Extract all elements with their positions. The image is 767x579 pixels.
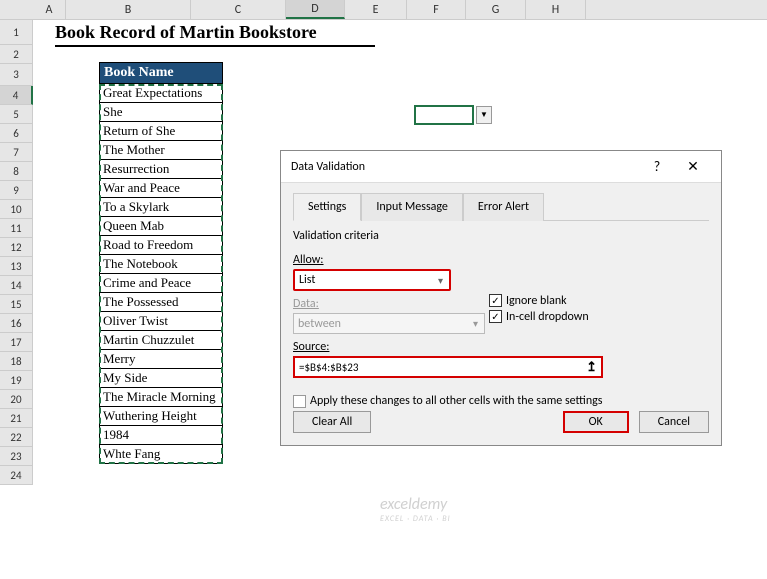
help-icon[interactable]: ? [639,153,675,181]
criteria-label: Validation criteria [293,229,709,243]
row-header-18[interactable]: 18 [0,352,33,371]
data-select: between [293,313,485,334]
row-header-21[interactable]: 21 [0,409,33,428]
incell-dropdown-checkbox[interactable]: ✓ In-cell dropdown [489,310,709,324]
tab-error-alert[interactable]: Error Alert [463,193,544,221]
check-icon: ✓ [489,310,502,323]
col-header-A[interactable]: A [33,0,66,19]
row-header-22[interactable]: 22 [0,428,33,447]
data-label: Data: [293,297,473,311]
col-header-E[interactable]: E [345,0,407,19]
book-list: Great ExpectationsSheReturn of SheThe Mo… [99,84,223,464]
col-header-H[interactable]: H [526,0,586,19]
row-header-19[interactable]: 19 [0,371,33,390]
source-label: Source: [293,340,473,354]
page-title[interactable]: Book Record of Martin Bookstore [55,20,375,47]
dialog-title: Data Validation [291,160,639,174]
watermark-main: exceldemy [380,495,451,514]
row-header-15[interactable]: 15 [0,295,33,314]
table-row[interactable]: Resurrection [99,160,223,179]
table-row[interactable]: The Notebook [99,255,223,274]
row-header-23[interactable]: 23 [0,447,33,466]
col-header-B[interactable]: B [66,0,191,19]
table-row[interactable]: 1984 [99,426,223,445]
row-header-5[interactable]: 5 [0,105,33,124]
allow-value: List [299,273,315,287]
row-header-2[interactable]: 2 [0,45,33,64]
table-row[interactable]: My Side [99,369,223,388]
allow-label: Allow: [293,253,473,267]
source-value: =$B$4:$B$23 [299,361,358,374]
dialog-titlebar[interactable]: Data Validation ? ✕ [281,151,721,183]
col-header-C[interactable]: C [191,0,286,19]
ignore-blank-label: Ignore blank [506,294,567,308]
data-validation-dialog: Data Validation ? ✕ Settings Input Messa… [280,150,722,446]
cancel-button[interactable]: Cancel [639,411,709,433]
dropdown-handle-icon[interactable]: ▼ [476,106,492,124]
col-header-F[interactable]: F [407,0,466,19]
table-row[interactable]: Wuthering Height [99,407,223,426]
dialog-tabs: Settings Input Message Error Alert [293,193,709,221]
ok-button[interactable]: OK [563,411,629,433]
close-icon[interactable]: ✕ [675,153,711,181]
row-header-7[interactable]: 7 [0,143,33,162]
clear-all-button[interactable]: Clear All [293,411,371,433]
watermark-sub: EXCEL · DATA · BI [380,514,451,524]
table-row[interactable]: Return of She [99,122,223,141]
table-row[interactable]: The Possessed [99,293,223,312]
table-row[interactable]: Queen Mab [99,217,223,236]
row-header-1[interactable]: 1 [0,20,33,45]
row-header-13[interactable]: 13 [0,257,33,276]
table-row[interactable]: Road to Freedom [99,236,223,255]
table-row[interactable]: The Miracle Morning [99,388,223,407]
source-input[interactable]: =$B$4:$B$23 [293,356,603,378]
table-row[interactable]: To a Skylark [99,198,223,217]
row-header-11[interactable]: 11 [0,219,33,238]
table-row[interactable]: The Mother [99,141,223,160]
column-headers: A B C D E F G H [0,0,767,20]
col-header-G[interactable]: G [466,0,526,19]
active-cell-D4[interactable] [414,105,474,125]
table-row[interactable]: She [99,103,223,122]
row-header-24[interactable]: 24 [0,466,33,485]
allow-select[interactable]: List [293,269,451,291]
data-value: between [298,317,341,331]
table-row[interactable]: Merry [99,350,223,369]
watermark: exceldemy EXCEL · DATA · BI [380,495,451,524]
table-header-bookname[interactable]: Book Name [99,62,223,84]
check-icon: ✓ [489,294,502,307]
ignore-blank-checkbox[interactable]: ✓ Ignore blank [489,294,709,308]
row-header-20[interactable]: 20 [0,390,33,409]
table-row[interactable]: Great Expectations [99,84,223,103]
table-row[interactable]: Whte Fang [99,445,223,464]
incell-label: In-cell dropdown [506,310,589,324]
row-header-3[interactable]: 3 [0,64,33,86]
row-header-4[interactable]: 4 [0,86,33,105]
row-header-14[interactable]: 14 [0,276,33,295]
row-header-10[interactable]: 10 [0,200,33,219]
checkbox-empty-icon [293,395,306,408]
row-header-16[interactable]: 16 [0,314,33,333]
table-row[interactable]: Oliver Twist [99,312,223,331]
row-headers: 1 2 3 4 5 6 7 8 9 10 11 12 13 14 15 16 1… [0,20,33,485]
apply-to-cells-checkbox[interactable]: Apply these changes to all other cells w… [293,394,709,408]
tab-settings[interactable]: Settings [293,193,361,221]
row-header-17[interactable]: 17 [0,333,33,352]
row-header-8[interactable]: 8 [0,162,33,181]
table-row[interactable]: War and Peace [99,179,223,198]
col-header-D[interactable]: D [286,0,345,19]
row-header-12[interactable]: 12 [0,238,33,257]
row-header-9[interactable]: 9 [0,181,33,200]
table-row[interactable]: Martin Chuzzulet [99,331,223,350]
tab-input-message[interactable]: Input Message [361,193,463,221]
apply-label: Apply these changes to all other cells w… [310,394,602,408]
row-header-6[interactable]: 6 [0,124,33,143]
table-row[interactable]: Crime and Peace [99,274,223,293]
